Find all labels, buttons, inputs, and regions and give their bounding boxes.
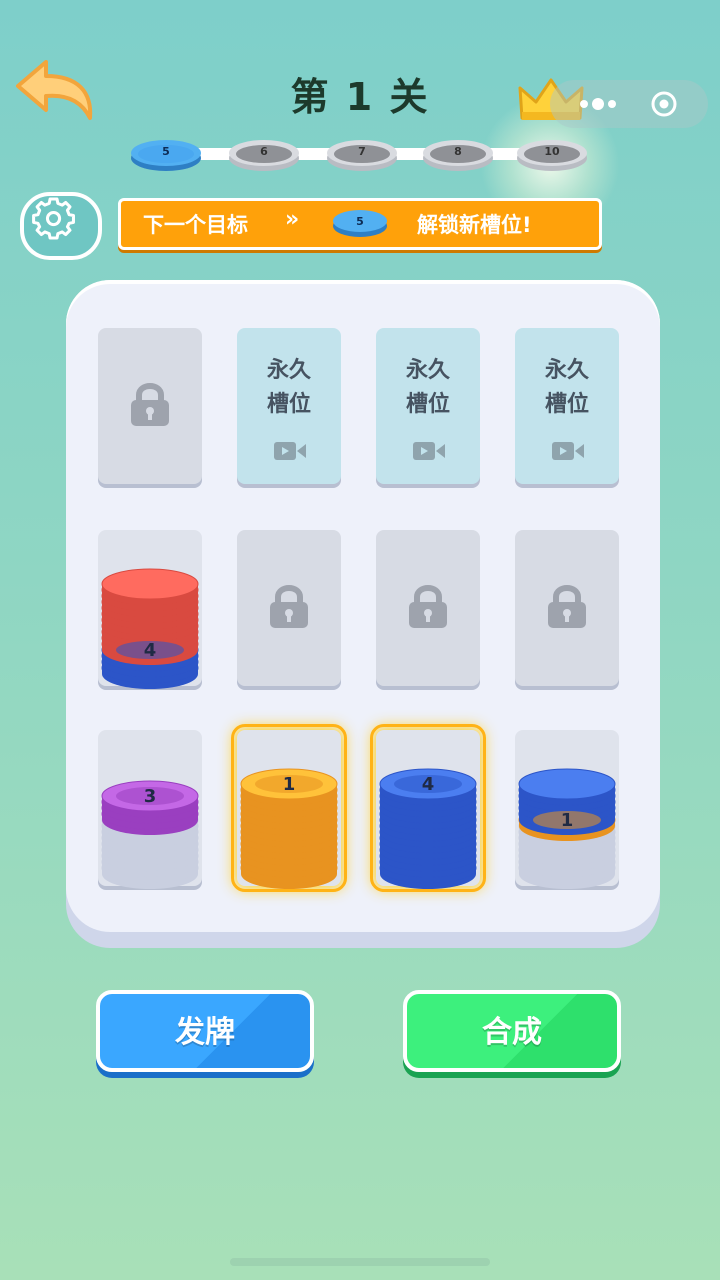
- coin-stack: 4: [101, 568, 199, 689]
- target-icon[interactable]: [646, 89, 682, 119]
- goal-chip-label: 5: [356, 215, 364, 228]
- stack-count-label: 4: [422, 774, 435, 795]
- permanent-slot[interactable]: 永久 槽位: [376, 328, 480, 484]
- gear-icon: [32, 197, 75, 240]
- goal-suffix-text: 解锁新槽位!: [417, 213, 532, 237]
- lock-icon: [409, 585, 447, 628]
- video-ad-icon: [552, 442, 584, 460]
- locked-level-chip: [423, 140, 493, 171]
- permanent-slot-label: 永久 槽位: [515, 354, 619, 422]
- stack-slot[interactable]: 1: [515, 730, 619, 889]
- more-dots-icon[interactable]: [568, 89, 628, 119]
- game-board: 永久 槽位 永久 槽位 永久 槽位 4 3 1 4 1: [66, 280, 660, 932]
- locked-level-chip: [327, 140, 397, 171]
- progress-node-1: 5: [130, 136, 202, 172]
- locked-level-chip: [229, 140, 299, 171]
- stack-count-label: 4: [144, 640, 157, 661]
- deal-button[interactable]: 发牌: [96, 990, 314, 1072]
- deal-button-label: 发牌: [175, 1015, 235, 1050]
- video-ad-icon: [274, 442, 306, 460]
- settings-button[interactable]: [20, 192, 102, 260]
- goal-chip: 5: [331, 207, 389, 239]
- locked-slot[interactable]: [237, 530, 341, 686]
- permanent-slot-label-line2: 槽位: [266, 392, 311, 417]
- lock-icon: [131, 383, 169, 426]
- home-indicator: [230, 1258, 490, 1266]
- coin-stack: 1: [240, 768, 338, 889]
- coin-stack: 1: [518, 768, 616, 889]
- permanent-slot-label-line1: 永久: [405, 358, 450, 383]
- progress-node-4: 8: [422, 136, 494, 172]
- merge-button[interactable]: 合成: [403, 990, 621, 1072]
- double-chevron-icon: »: [285, 207, 300, 232]
- permanent-slot-label: 永久 槽位: [237, 354, 341, 422]
- goal-prefix-text: 下一个目标: [143, 213, 248, 237]
- progress-node-2: 6: [228, 136, 300, 172]
- highlighted-stack-slot[interactable]: 4: [370, 724, 486, 892]
- stack-count-label: 3: [144, 786, 157, 807]
- stack-count-label: 1: [283, 774, 296, 795]
- stack-count-label: 1: [561, 810, 574, 831]
- lock-icon: [548, 585, 586, 628]
- merge-button-label: 合成: [482, 1015, 542, 1050]
- permanent-slot[interactable]: 永久 槽位: [237, 328, 341, 484]
- video-ad-icon: [413, 442, 445, 460]
- lock-icon: [270, 585, 308, 628]
- mini-program-capsule: [550, 80, 708, 128]
- permanent-slot[interactable]: 永久 槽位: [515, 328, 619, 484]
- permanent-slot-label-line1: 永久: [266, 358, 311, 383]
- progress-node-5: 10: [516, 136, 588, 172]
- current-level-chip: [131, 140, 201, 171]
- coin-stack: 3: [101, 780, 199, 889]
- stack-slot[interactable]: 4: [98, 530, 202, 689]
- highlighted-stack-slot[interactable]: 1: [231, 724, 347, 892]
- progress-node-3: 7: [326, 136, 398, 172]
- stack-slot[interactable]: 3: [98, 730, 202, 889]
- permanent-slot-label: 永久 槽位: [376, 354, 480, 422]
- locked-slot[interactable]: [98, 328, 202, 484]
- coin-stack: 4: [379, 768, 477, 889]
- permanent-slot-label-line2: 槽位: [544, 392, 589, 417]
- locked-slot[interactable]: [376, 530, 480, 686]
- next-goal-banner: 下一个目标 » 5 解锁新槽位!: [118, 198, 602, 250]
- permanent-slot-label-line1: 永久: [544, 358, 589, 383]
- permanent-slot-label-line2: 槽位: [405, 392, 450, 417]
- locked-level-chip: [517, 140, 587, 171]
- locked-slot[interactable]: [515, 530, 619, 686]
